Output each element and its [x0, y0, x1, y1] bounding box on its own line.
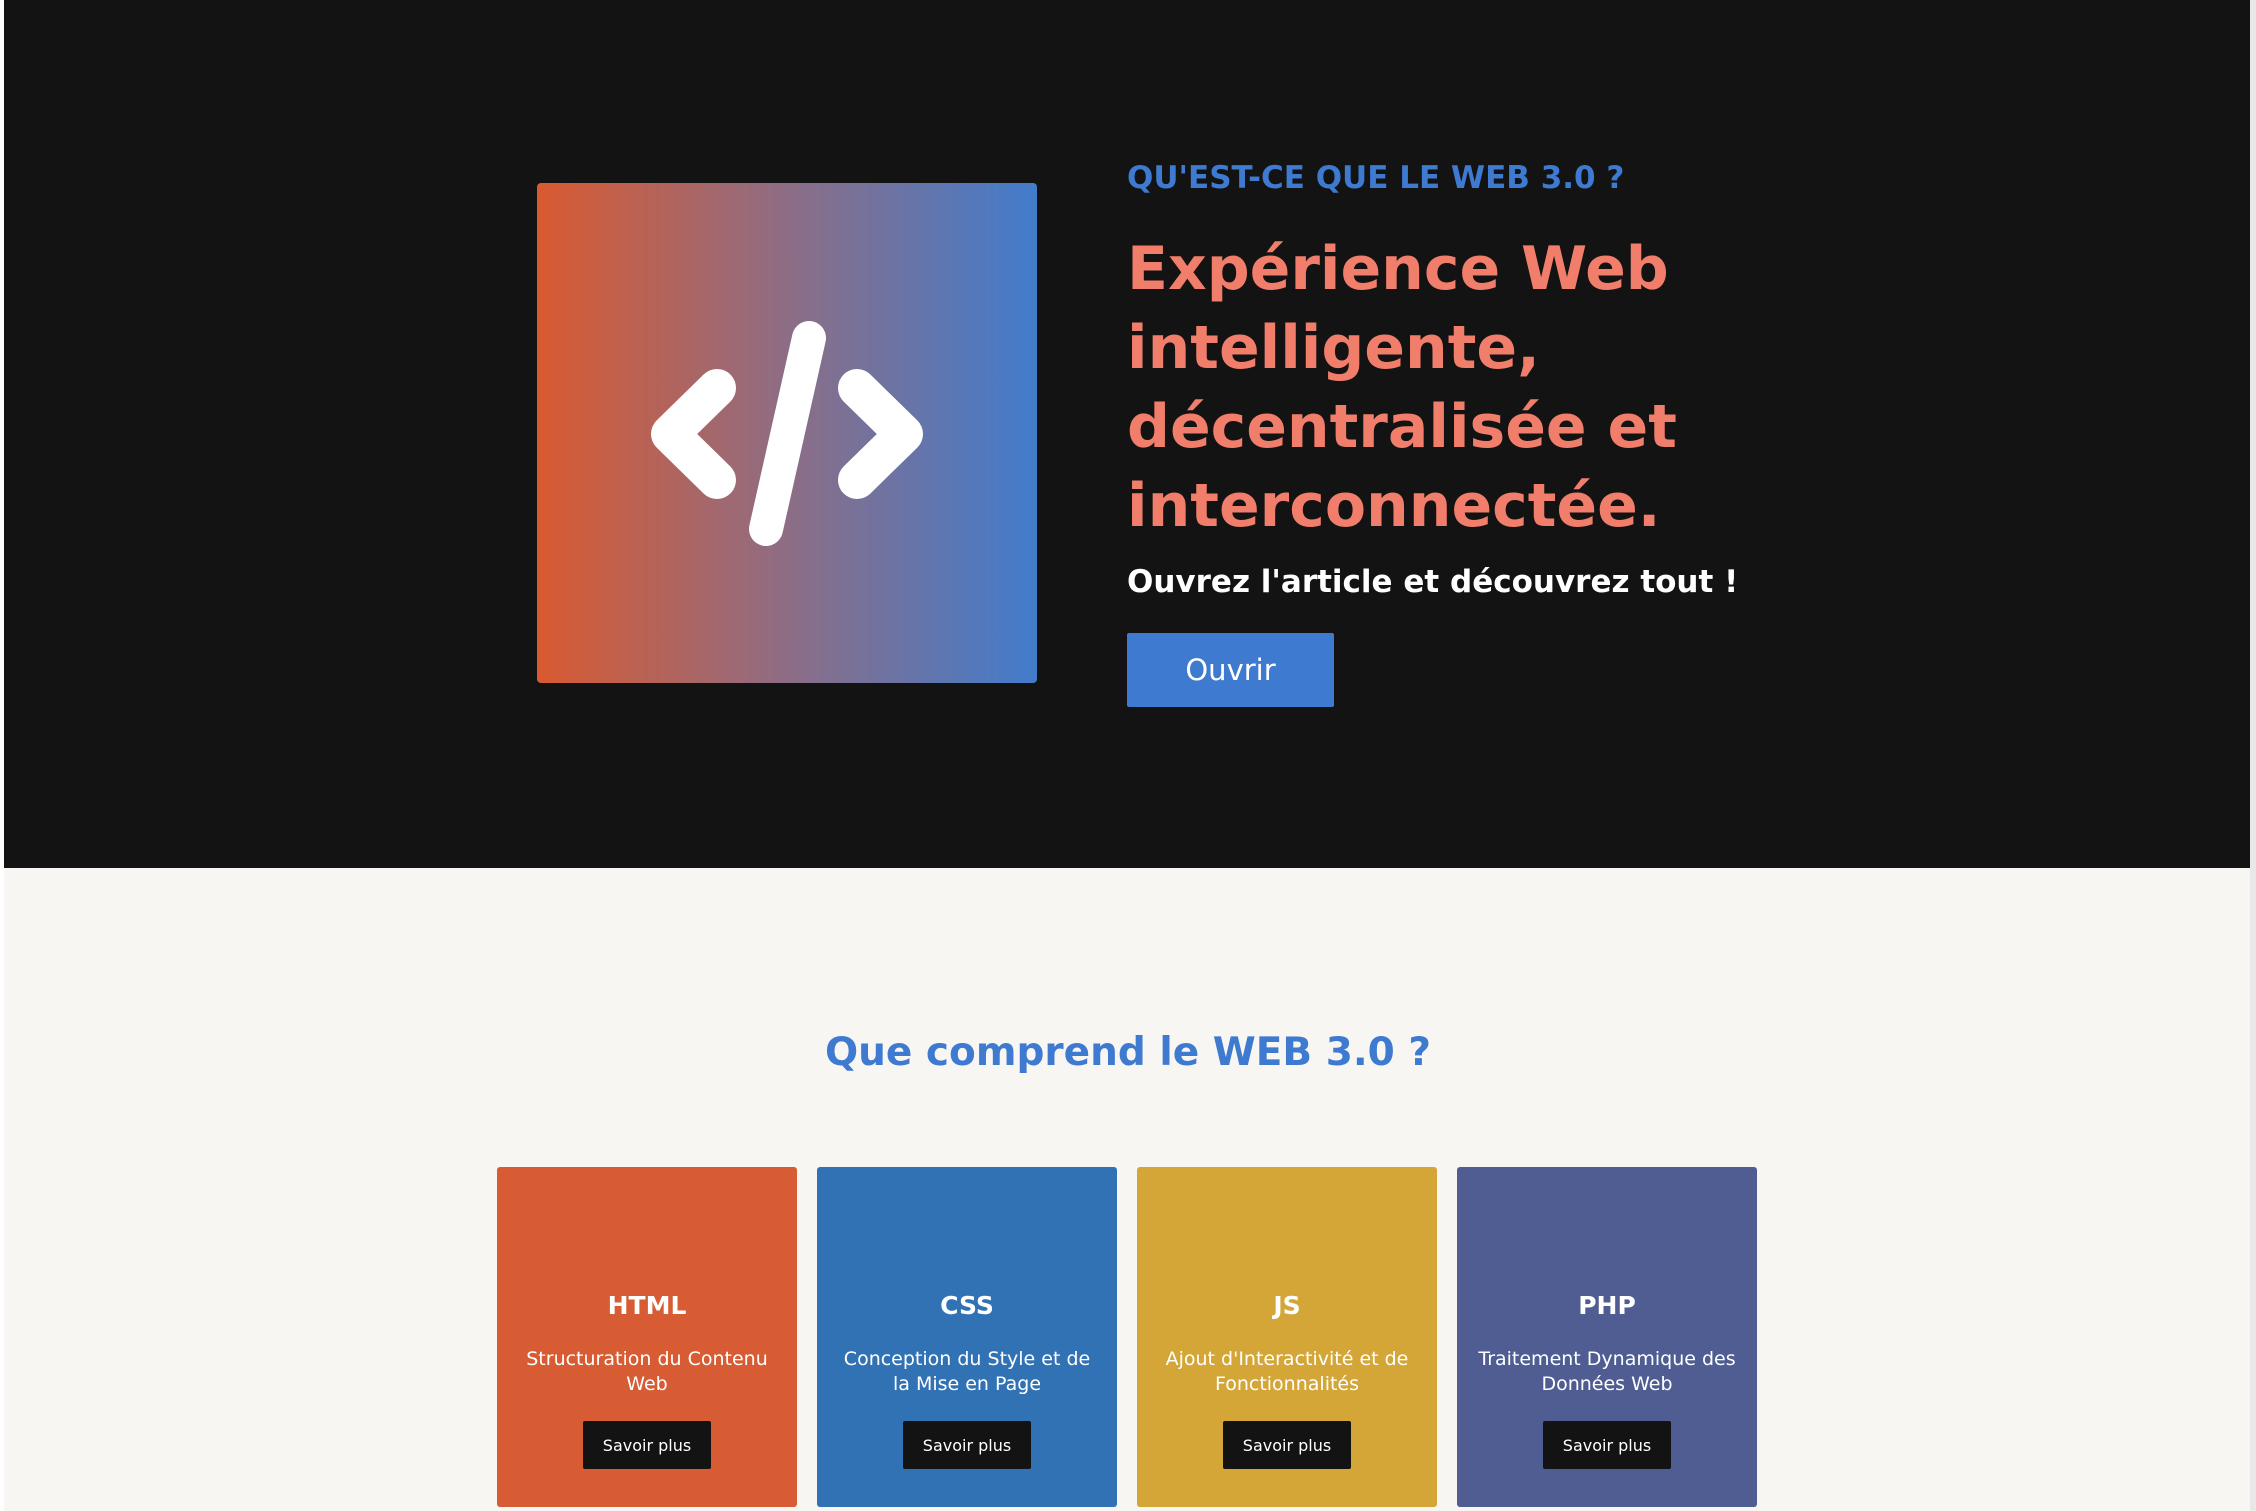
section-title: Que comprend le WEB 3.0 ?	[824, 1030, 1431, 1075]
card-title: JS	[1273, 1291, 1301, 1320]
card-title: CSS	[940, 1291, 994, 1320]
card-description: Traitement Dynamique des Données Web	[1478, 1348, 1736, 1395]
learn-more-button[interactable]: Savoir plus	[1543, 1421, 1671, 1469]
learn-more-button[interactable]: Savoir plus	[583, 1421, 711, 1469]
open-article-button[interactable]: Ouvrir	[1127, 633, 1334, 707]
hero-headline: Expérience Web intelligente, décentralis…	[1127, 234, 1677, 541]
window-edge	[2250, 0, 2256, 1511]
card-title: HTML	[607, 1291, 687, 1320]
card-description: Ajout d'Interactivité et de Fonctionnali…	[1165, 1348, 1409, 1395]
learn-more-button[interactable]: Savoir plus	[903, 1421, 1031, 1469]
code-brackets-icon	[651, 321, 923, 546]
learn-more-button[interactable]: Savoir plus	[1223, 1421, 1351, 1469]
card-title: PHP	[1578, 1291, 1636, 1320]
card-description: Structuration du Contenu Web	[526, 1348, 768, 1395]
hero-image	[537, 183, 1037, 683]
hero-eyebrow: QU'EST-CE QUE LE WEB 3.0 ?	[1127, 160, 1625, 196]
card-description: Conception du Style et de la Mise en Pag…	[843, 1348, 1091, 1395]
card-css: CSS Conception du Style et de la Mise en…	[817, 1167, 1117, 1507]
card-php: PHP Traitement Dynamique des Données Web…	[1457, 1167, 1757, 1507]
card-js: JS Ajout d'Interactivité et de Fonctionn…	[1137, 1167, 1437, 1507]
features-section	[4, 868, 2250, 1511]
card-html: HTML Structuration du Contenu Web Savoir…	[497, 1167, 797, 1507]
hero-subline: Ouvrez l'article et découvrez tout !	[1127, 564, 1739, 600]
